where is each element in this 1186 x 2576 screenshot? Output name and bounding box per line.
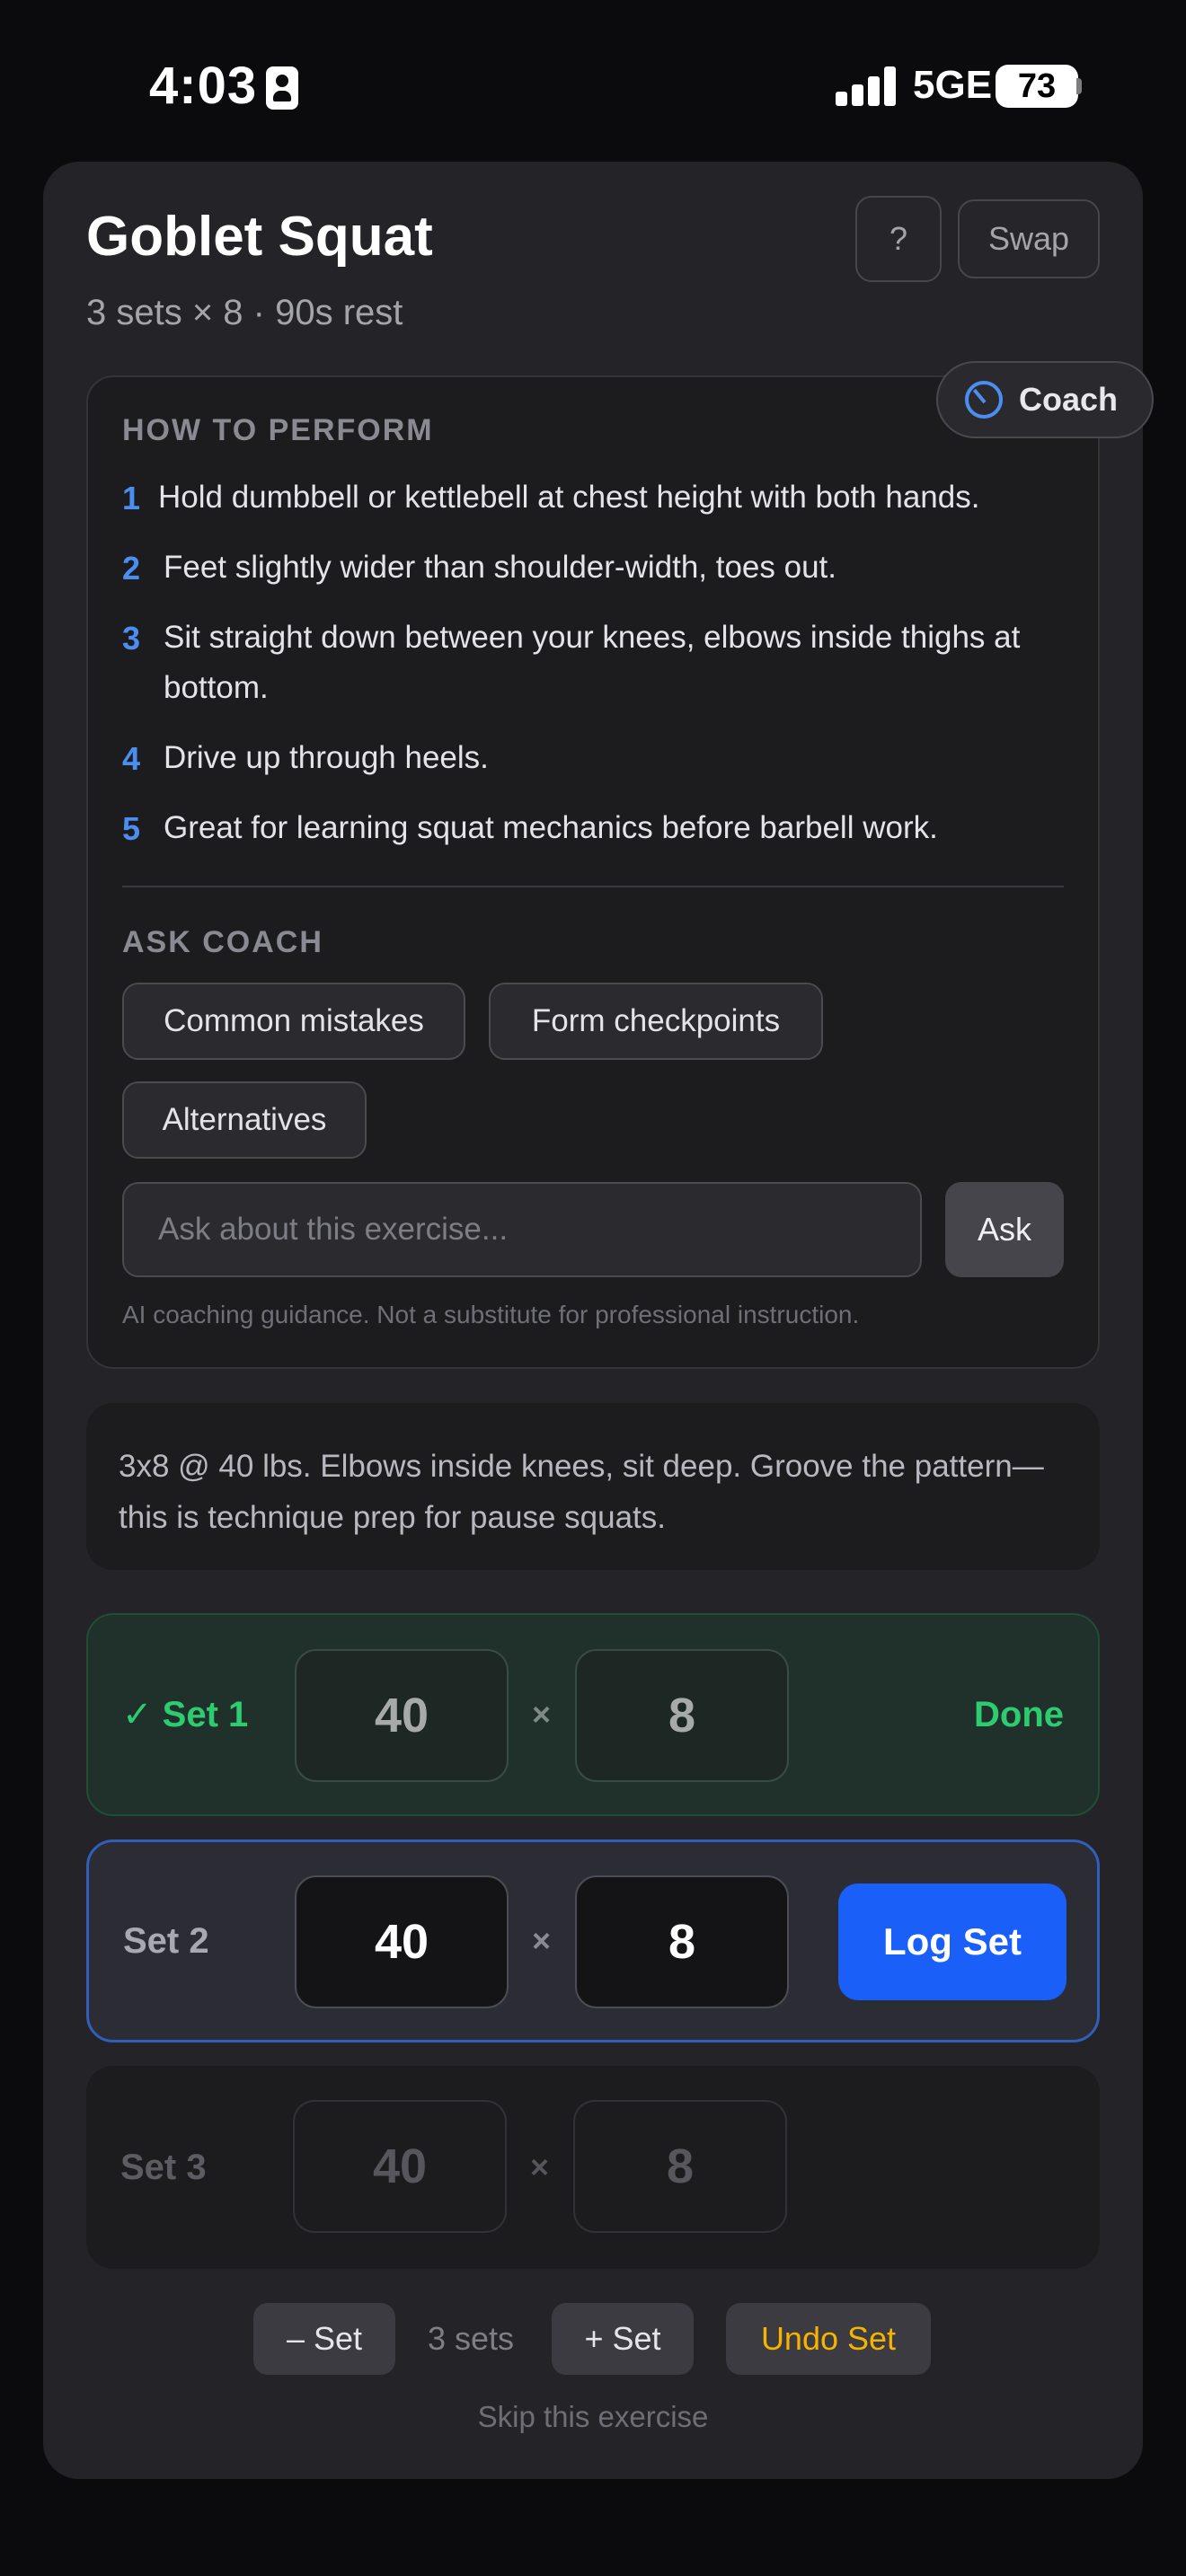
reps-input[interactable]: 8 bbox=[575, 1649, 789, 1782]
ai-disclaimer: AI coaching guidance. Not a substitute f… bbox=[122, 1301, 860, 1328]
chip-alternatives[interactable]: Alternatives bbox=[122, 1081, 367, 1159]
set-label: Set 2 bbox=[123, 1920, 209, 1961]
set-label: Set 3 bbox=[120, 2147, 207, 2187]
ask-coach-heading: ASK COACH bbox=[122, 925, 323, 959]
weight-input[interactable]: 40 bbox=[295, 1875, 509, 2008]
exercise-subtitle: 3 sets × 8 · 90s rest bbox=[86, 293, 403, 332]
section-divider bbox=[122, 886, 1064, 887]
step-number: 4 bbox=[122, 740, 141, 777]
swap-button[interactable]: Swap bbox=[958, 199, 1100, 278]
reps-input[interactable]: 8 bbox=[573, 2100, 787, 2233]
set-label: ✓ Set 1 bbox=[122, 1615, 248, 1814]
set-row-3: Set 3 40 × 8 bbox=[86, 2066, 1100, 2269]
cellular-signal-icon bbox=[836, 66, 897, 106]
step-number: 2 bbox=[122, 550, 141, 587]
step-number: 3 bbox=[122, 620, 141, 657]
chip-common-mistakes[interactable]: Common mistakes bbox=[122, 983, 465, 1060]
exercise-note: 3x8 @ 40 lbs. Elbows inside knees, sit d… bbox=[86, 1403, 1100, 1570]
set-label-text: Set 1 bbox=[162, 1694, 249, 1734]
step-number: 5 bbox=[122, 810, 141, 847]
add-set-button[interactable]: + Set bbox=[552, 2303, 694, 2375]
check-icon: ✓ bbox=[122, 1695, 153, 1734]
sets-count: 3 sets bbox=[428, 2320, 515, 2357]
how-to-heading: HOW TO PERFORM bbox=[122, 413, 434, 447]
contact-card-icon bbox=[266, 66, 298, 110]
coach-button[interactable]: Coach bbox=[936, 361, 1154, 438]
ask-button[interactable]: Ask bbox=[945, 1182, 1064, 1277]
step-text: Great for learning squat mechanics befor… bbox=[164, 810, 938, 845]
ask-input[interactable]: Ask about this exercise... bbox=[122, 1182, 922, 1277]
step-text: Drive up through heels. bbox=[164, 740, 489, 775]
undo-set-button[interactable]: Undo Set bbox=[726, 2303, 931, 2375]
weight-input[interactable]: 40 bbox=[295, 1649, 509, 1782]
chip-form-checkpoints[interactable]: Form checkpoints bbox=[489, 983, 823, 1060]
help-button[interactable]: ? bbox=[855, 196, 942, 282]
battery-cap bbox=[1076, 78, 1082, 94]
remove-set-button[interactable]: – Set bbox=[253, 2303, 395, 2375]
coach-label: Coach bbox=[1019, 381, 1119, 418]
battery-icon: 73 bbox=[996, 65, 1078, 108]
set-row-1: ✓ Set 1 40 × 8 Done bbox=[86, 1613, 1100, 1816]
timer-icon bbox=[965, 381, 1003, 419]
step-number: 1 bbox=[122, 480, 141, 516]
step-text: Sit straight down between your knees, el… bbox=[164, 620, 1021, 705]
times-sign: × bbox=[532, 1922, 552, 1959]
reps-input[interactable]: 8 bbox=[575, 1875, 789, 2008]
log-set-button[interactable]: Log Set bbox=[838, 1883, 1067, 2000]
status-time: 4:03 bbox=[149, 57, 258, 115]
weight-input[interactable]: 40 bbox=[293, 2100, 507, 2233]
network-type: 5GE bbox=[913, 63, 993, 107]
skip-exercise-link[interactable]: Skip this exercise bbox=[0, 2400, 1186, 2434]
step-text: Hold dumbbell or kettlebell at chest hei… bbox=[158, 480, 980, 515]
times-sign: × bbox=[530, 2148, 550, 2185]
step-text: Feet slightly wider than shoulder-width,… bbox=[164, 550, 836, 585]
exercise-title: Goblet Squat bbox=[86, 206, 433, 268]
times-sign: × bbox=[532, 1696, 552, 1733]
set-row-2: Set 2 40 × 8 Log Set bbox=[86, 1839, 1100, 2042]
done-status: Done bbox=[974, 1694, 1064, 1734]
